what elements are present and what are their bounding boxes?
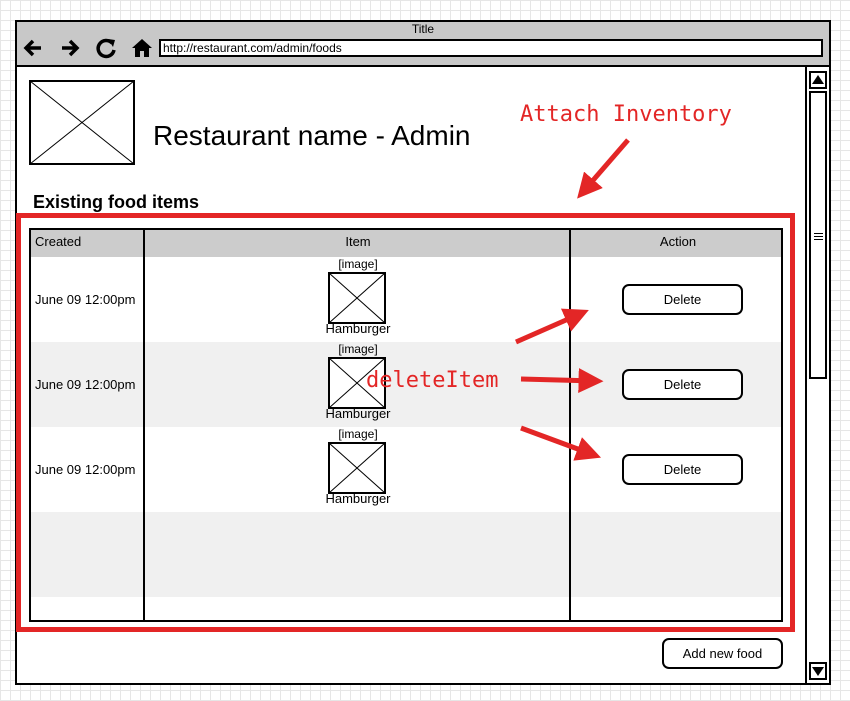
grip-line [814,233,823,234]
page-title: Restaurant name - Admin [153,120,471,151]
scroll-thumb[interactable] [809,91,827,379]
grip-line [814,236,823,237]
back-arrow-icon[interactable] [22,37,44,59]
triangle-up-icon [812,75,824,84]
forward-arrow-icon[interactable] [59,37,81,59]
annotation-delete-item: deleteItem [366,368,499,393]
triangle-down-icon [812,667,824,676]
refresh-icon[interactable] [95,37,117,59]
vertical-scrollbar[interactable] [805,67,829,683]
browser-titlebar: Title http://restaurant.com/admin/foods [17,22,829,67]
section-heading: Existing food items [33,192,200,212]
home-icon[interactable] [131,37,153,59]
annotation-highlight-box [16,213,795,632]
add-new-food-button[interactable]: Add new food [662,638,783,669]
grip-line [814,239,823,240]
logo-placeholder-image [29,80,135,165]
scroll-down-button[interactable] [809,662,827,680]
url-bar[interactable]: http://restaurant.com/admin/foods [159,39,823,57]
window-title: Title [411,22,435,36]
scroll-up-button[interactable] [809,71,827,89]
annotation-attach-inventory: Attach Inventory [520,102,732,127]
